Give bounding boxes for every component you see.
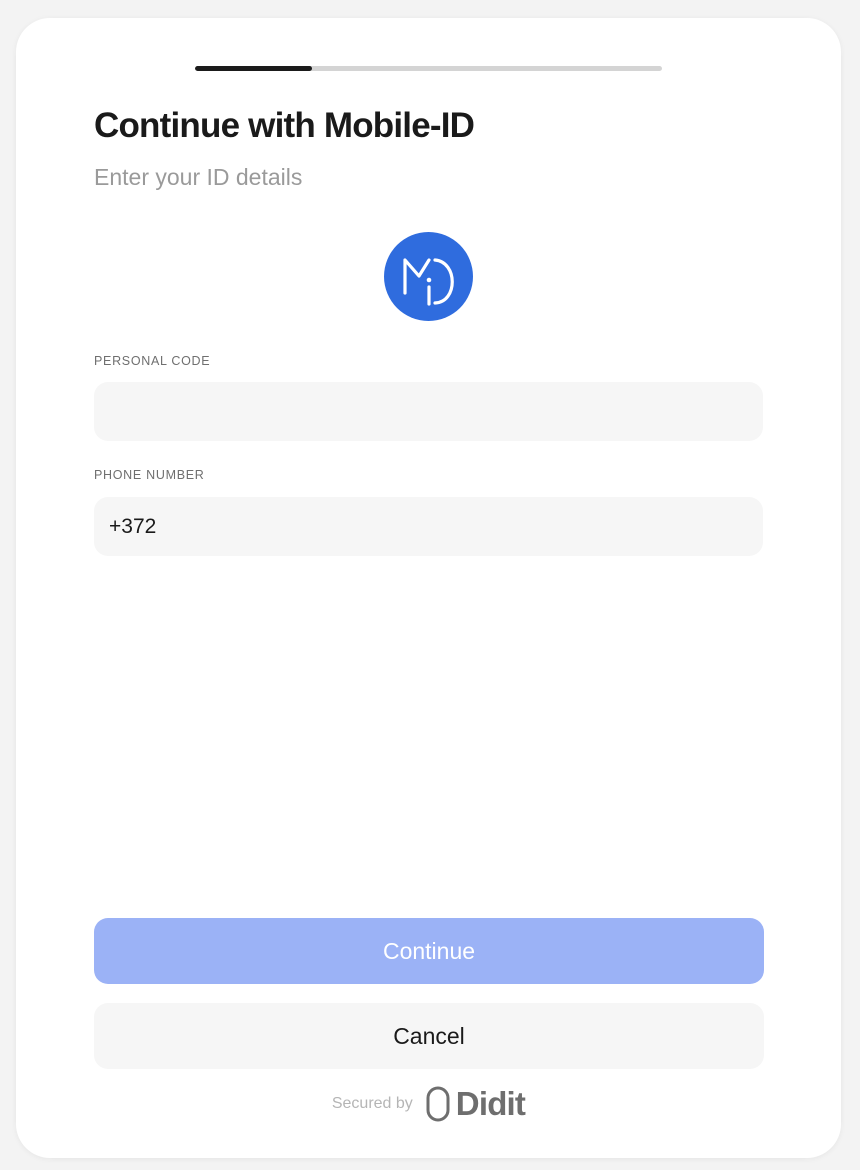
page-subtitle: Enter your ID details (94, 164, 303, 190)
didit-brand-name: Didit (455, 1085, 526, 1122)
cancel-button[interactable]: Cancel (94, 1003, 764, 1069)
verification-card: Continue with Mobile-ID Enter your ID de… (16, 18, 841, 1158)
didit-brand: Didit (426, 1085, 526, 1123)
continue-button[interactable]: Continue (94, 918, 764, 984)
secured-by-footer: Secured by Didit (16, 1084, 841, 1124)
mobile-id-logo-icon (384, 232, 473, 321)
didit-logo-icon (426, 1086, 450, 1122)
secured-by-text: Secured by (331, 1095, 413, 1112)
personal-code-input[interactable] (94, 382, 763, 441)
phone-number-input[interactable] (94, 497, 763, 556)
page-title: Continue with Mobile-ID (94, 106, 475, 145)
progress-bar (195, 66, 662, 71)
phone-number-label: PHONE NUMBER (94, 468, 205, 482)
progress-bar-fill (195, 66, 312, 71)
personal-code-label: PERSONAL CODE (94, 354, 211, 368)
